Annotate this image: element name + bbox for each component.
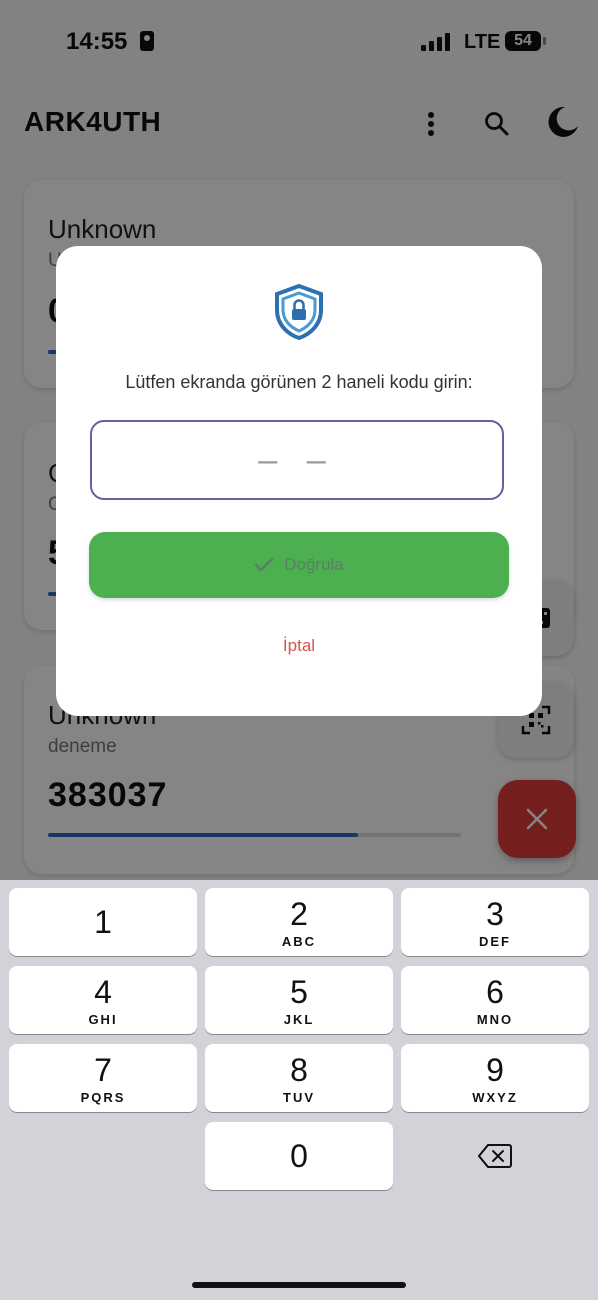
- key-letters: GHI: [88, 1012, 118, 1027]
- key-digit: 9: [486, 1052, 504, 1088]
- key-9[interactable]: 9 WXYZ: [401, 1044, 589, 1112]
- key-letters: WXYZ: [472, 1090, 518, 1105]
- key-letters: MNO: [476, 1012, 514, 1027]
- key-3[interactable]: 3 DEF: [401, 888, 589, 956]
- key-letters: DEF: [479, 934, 511, 949]
- numeric-keyboard: 1 2 ABC 3 DEF 4 GHI 5 JKL 6 MNO 7 PQRS 8…: [0, 880, 598, 1300]
- key-letters: ABC: [281, 934, 317, 949]
- backspace-icon: [478, 1144, 512, 1168]
- key-0[interactable]: 0: [205, 1122, 393, 1190]
- key-digit: 7: [94, 1052, 112, 1088]
- key-digit: 0: [290, 1138, 308, 1174]
- key-4[interactable]: 4 GHI: [9, 966, 197, 1034]
- key-digit: 3: [486, 896, 504, 932]
- backspace-key[interactable]: [401, 1122, 589, 1190]
- cancel-button[interactable]: İptal: [249, 636, 349, 662]
- key-6[interactable]: 6 MNO: [401, 966, 589, 1034]
- key-digit: 6: [486, 974, 504, 1010]
- key-1[interactable]: 1: [9, 888, 197, 956]
- key-letters: TUV: [283, 1090, 315, 1105]
- verification-dialog: Lütfen ekranda görünen 2 haneli kodu gir…: [56, 246, 542, 716]
- verify-label: Doğrula: [284, 555, 344, 574]
- shield-lock-icon: [275, 284, 323, 340]
- key-digit: 2: [290, 896, 308, 932]
- key-digit: 1: [94, 904, 112, 940]
- key-5[interactable]: 5 JKL: [205, 966, 393, 1034]
- code-prompt: Lütfen ekranda görünen 2 haneli kodu gir…: [125, 372, 473, 392]
- code-input[interactable]: [90, 420, 504, 500]
- key-letters: PQRS: [80, 1090, 126, 1105]
- verify-button[interactable]: Doğrula: [89, 532, 509, 598]
- key-2[interactable]: 2 ABC: [205, 888, 393, 956]
- key-digit: 8: [290, 1052, 308, 1088]
- home-indicator[interactable]: [192, 1282, 406, 1288]
- key-8[interactable]: 8 TUV: [205, 1044, 393, 1112]
- key-7[interactable]: 7 PQRS: [9, 1044, 197, 1112]
- key-digit: 5: [290, 974, 308, 1010]
- check-icon: [254, 557, 274, 572]
- key-digit: 4: [94, 974, 112, 1010]
- key-letters: JKL: [283, 1012, 315, 1027]
